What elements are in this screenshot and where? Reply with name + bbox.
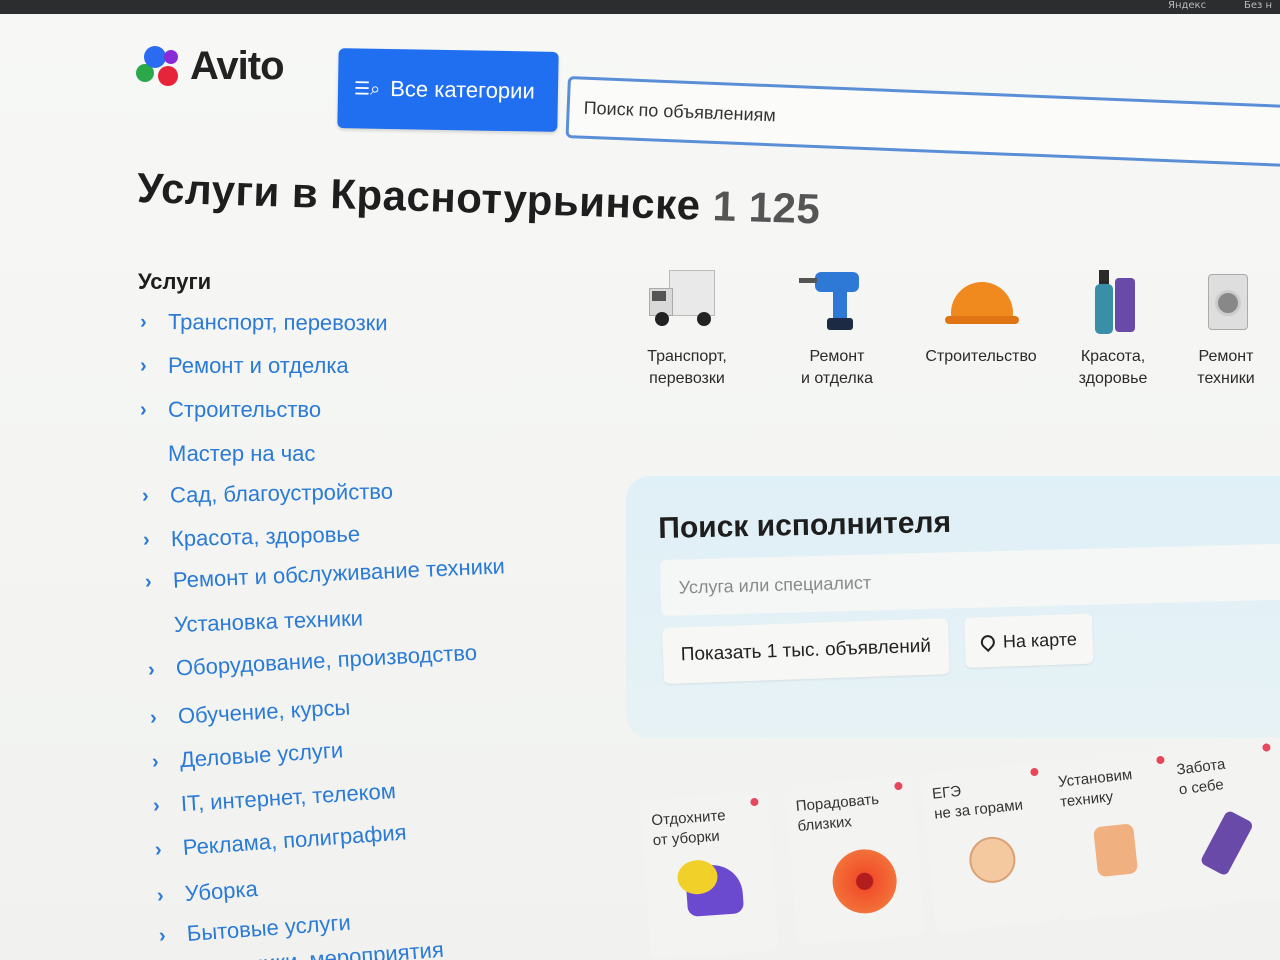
sidebar-item-it[interactable]: › IT, интернет, телеком bbox=[152, 778, 396, 819]
sidebar-item-garden[interactable]: › Сад, благоустройство bbox=[142, 479, 393, 509]
sidebar-item-beauty[interactable]: › Красота, здоровье bbox=[143, 521, 361, 553]
show-listings-button[interactable]: Показать 1 тыс. объявлений bbox=[662, 618, 950, 684]
sidebar-item-label: Красота, здоровье bbox=[170, 521, 361, 552]
washing-machine-icon bbox=[1186, 270, 1266, 340]
menu-search-icon: ☰⌕ bbox=[353, 77, 381, 99]
logo-dots-icon bbox=[136, 44, 184, 88]
sidebar-item-appliance-repair[interactable]: › Ремонт и обслуживание техники bbox=[144, 553, 505, 595]
tile-label-line1: Красота, bbox=[1080, 348, 1146, 365]
page-title: Услуги в Краснотурьинске 1 125 bbox=[136, 164, 822, 233]
chevron-right-icon: › bbox=[142, 528, 150, 551]
sidebar-item-education[interactable]: › Обучение, курсы bbox=[149, 695, 351, 731]
sidebar-heading: Услуги bbox=[138, 269, 212, 294]
sidebar-item-business[interactable]: › Деловые услуги bbox=[151, 737, 344, 775]
truck-icon bbox=[647, 270, 727, 340]
map-pin-icon bbox=[977, 632, 998, 653]
tile-transport[interactable]: Транспорт, перевозки bbox=[622, 270, 752, 390]
student-face-icon bbox=[967, 834, 1018, 886]
tile-beauty[interactable]: Красота, здоровье bbox=[1048, 270, 1178, 390]
chevron-right-icon: › bbox=[140, 398, 147, 421]
tile-label-line2: техники bbox=[1197, 370, 1255, 387]
chevron-right-icon: › bbox=[147, 658, 156, 681]
chevron-right-icon: › bbox=[158, 924, 167, 947]
promo-card-exam[interactable]: ЕГЭ не за горами bbox=[920, 760, 1065, 934]
tile-label-line1: Транспорт, bbox=[647, 348, 727, 365]
glove-sponge-icon bbox=[676, 858, 745, 917]
drill-icon bbox=[797, 270, 877, 340]
bookmark-other[interactable]: Без н bbox=[1244, 0, 1272, 11]
tile-label-line1: Ремонт bbox=[1198, 348, 1254, 365]
chevron-right-icon: › bbox=[139, 310, 147, 333]
browser-bookmarks-bar: Яндекс Без н bbox=[0, 0, 1280, 14]
chevron-right-icon: › bbox=[152, 794, 161, 817]
tile-label-line2: здоровье bbox=[1078, 370, 1148, 387]
sidebar-item-label: Обучение, курсы bbox=[177, 694, 351, 729]
sidebar-item-label: Деловые услуги bbox=[179, 737, 344, 773]
sidebar-item-advertising[interactable]: › Реклама, полиграфия bbox=[154, 819, 407, 863]
chevron-right-icon: › bbox=[140, 354, 147, 377]
hand-tool-icon bbox=[1093, 823, 1139, 878]
promo-card-cleaning[interactable]: Отдохните от уборки bbox=[640, 791, 779, 960]
sidebar-item-label: IT, интернет, телеком bbox=[180, 778, 397, 817]
chevron-right-icon: › bbox=[144, 570, 153, 593]
chevron-right-icon: › bbox=[141, 484, 149, 507]
flower-icon bbox=[829, 846, 900, 917]
on-map-button[interactable]: На карте bbox=[964, 613, 1094, 668]
helmet-icon bbox=[941, 270, 1021, 340]
sidebar-item-handyman[interactable]: › Мастер на час bbox=[140, 441, 315, 467]
all-categories-label: Все категории bbox=[390, 75, 535, 104]
sidebar-item-label: Уборка bbox=[184, 875, 259, 907]
all-categories-button[interactable]: ☰⌕ Все категории bbox=[337, 48, 559, 132]
search-input[interactable] bbox=[565, 76, 1280, 169]
sidebar-item-label: Оборудование, производство bbox=[175, 639, 478, 681]
avito-logo[interactable]: Avito bbox=[136, 43, 285, 88]
sidebar-item-label: Сад, благоустройство bbox=[169, 478, 394, 508]
sidebar-item-label: Ремонт и отделка bbox=[168, 353, 349, 378]
sidebar-item-construction[interactable]: › Строительство bbox=[140, 397, 321, 423]
sidebar-item-label: Бытовые услуги bbox=[186, 909, 352, 947]
cosmetics-icon bbox=[1073, 270, 1153, 340]
sidebar-item-equipment[interactable]: › Оборудование, производство bbox=[147, 640, 477, 683]
page-title-text: Услуги в Краснотурьинске bbox=[136, 164, 702, 229]
promo-card-selfcare[interactable]: Забота о себе bbox=[1164, 735, 1280, 909]
chevron-right-icon: › bbox=[156, 884, 165, 907]
on-map-label: На карте bbox=[1002, 628, 1078, 652]
cosmetic-tube-icon bbox=[1199, 809, 1255, 877]
performer-search-title: Поиск исполнителя bbox=[658, 505, 952, 545]
page: Avito ☰⌕ Все категории Услуги в Красноту… bbox=[0, 14, 1280, 960]
chevron-right-icon: › bbox=[154, 838, 163, 861]
sidebar-item-label: Строительство bbox=[168, 397, 322, 422]
tile-label-line2: перевозки bbox=[649, 370, 725, 387]
sidebar-item-label: Транспорт, перевозки bbox=[167, 309, 388, 336]
tile-label-line1: Строительство bbox=[925, 348, 1037, 365]
tile-appliance-repair[interactable]: Ремонт техники bbox=[1172, 270, 1280, 390]
tile-label-line1: Ремонт bbox=[809, 348, 865, 365]
sidebar-item-cleaning[interactable]: › Уборка bbox=[156, 876, 258, 909]
bookmark-yandex[interactable]: Яндекс bbox=[1168, 0, 1206, 11]
sidebar-item-label: Мастер на час bbox=[168, 441, 316, 466]
chevron-right-icon: › bbox=[151, 750, 160, 773]
tile-renovation[interactable]: Ремонт и отделка bbox=[772, 270, 902, 390]
sidebar-item-appliance-install[interactable]: › Установка техники bbox=[146, 605, 364, 639]
chevron-right-icon: › bbox=[149, 706, 158, 729]
sidebar-item-label: Реклама, полиграфия bbox=[182, 819, 408, 861]
tile-label-line2: и отделка bbox=[800, 370, 873, 387]
logo-text: Avito bbox=[190, 43, 285, 88]
sidebar-item-label: Установка техники bbox=[173, 605, 364, 638]
listing-count: 1 125 bbox=[712, 182, 822, 233]
sidebar-item-label: Ремонт и обслуживание техники bbox=[172, 553, 506, 593]
promo-card-gifts[interactable]: Порадовать близких bbox=[784, 774, 926, 946]
sidebar-item-renovation[interactable]: › Ремонт и отделка bbox=[140, 353, 349, 379]
sidebar-item-transport[interactable]: › Транспорт, перевозки bbox=[140, 309, 388, 336]
tile-construction[interactable]: Строительство bbox=[916, 270, 1046, 368]
sidebar-item-household[interactable]: › Бытовые услуги bbox=[158, 910, 351, 949]
